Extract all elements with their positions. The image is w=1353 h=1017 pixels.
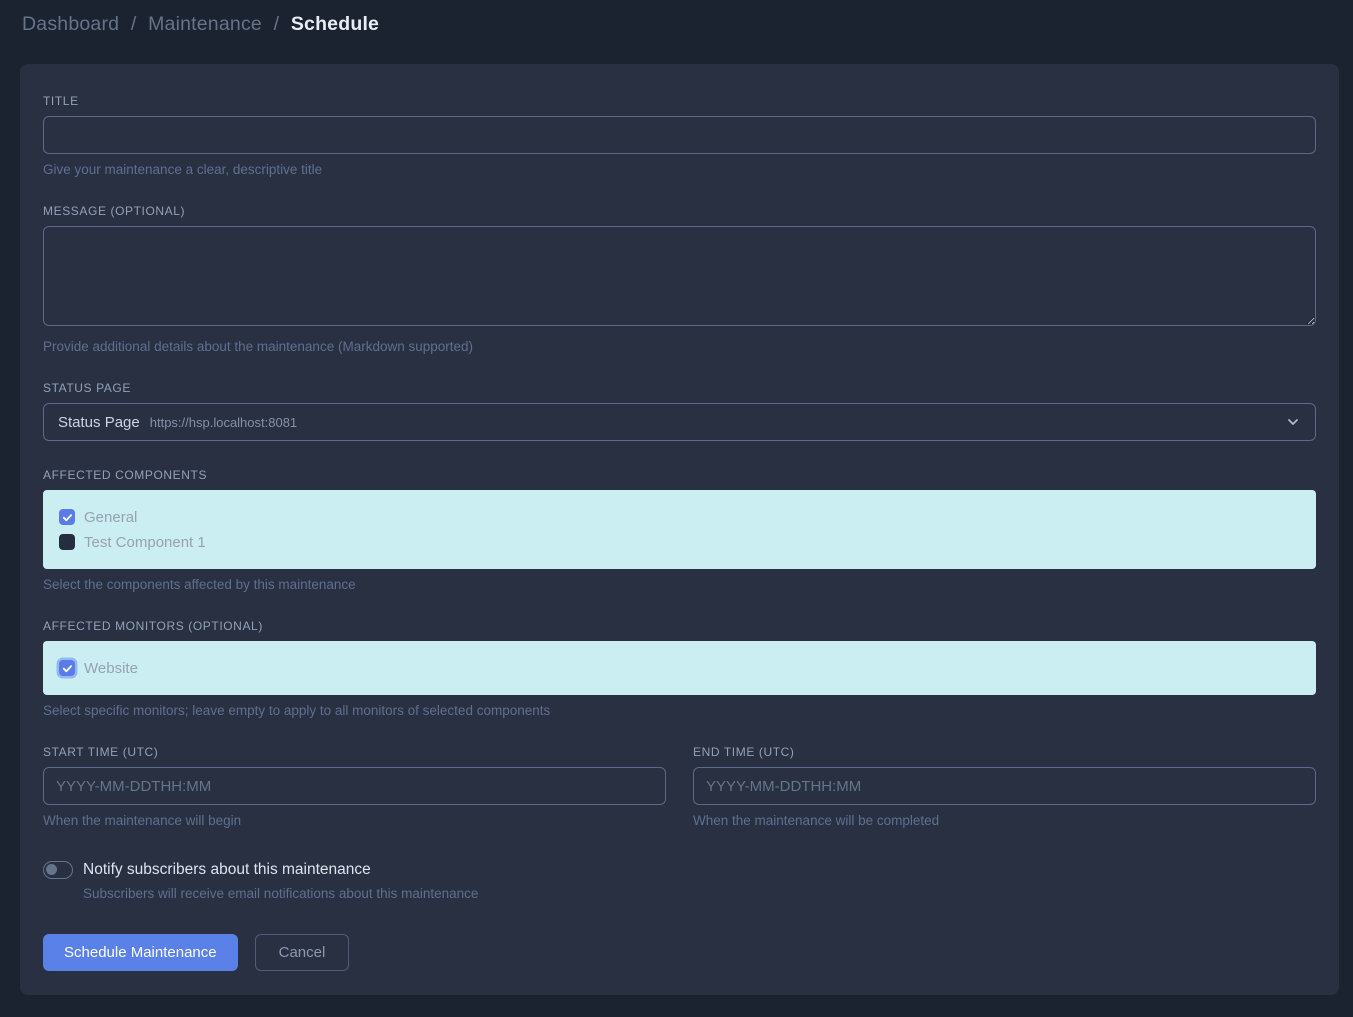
message-helper: Provide additional details about the mai…: [43, 339, 1316, 354]
status-page-group: STATUS PAGE Status Page https://hsp.loca…: [43, 381, 1316, 441]
breadcrumb: Dashboard / Maintenance / Schedule: [0, 0, 1353, 36]
affected-components-panel: General Test Component 1: [43, 490, 1316, 569]
time-row: START TIME (UTC) When the maintenance wi…: [43, 745, 1316, 828]
start-time-input[interactable]: [43, 767, 666, 805]
status-page-select[interactable]: Status Page https://hsp.localhost:8081: [43, 403, 1316, 441]
title-label: TITLE: [43, 94, 1316, 108]
end-time-group: END TIME (UTC) When the maintenance will…: [693, 745, 1316, 828]
notify-subscribers-label: Notify subscribers about this maintenanc…: [83, 861, 371, 879]
end-time-input[interactable]: [693, 767, 1316, 805]
schedule-maintenance-card: TITLE Give your maintenance a clear, des…: [20, 64, 1339, 995]
schedule-maintenance-button[interactable]: Schedule Maintenance: [43, 934, 238, 971]
monitor-option-label: Website: [84, 660, 138, 677]
component-option-test-component-1[interactable]: Test Component 1: [59, 530, 1300, 554]
toggle-knob: [46, 864, 57, 875]
affected-components-helper: Select the components affected by this m…: [43, 577, 1316, 592]
notify-group: Notify subscribers about this maintenanc…: [43, 861, 1316, 901]
form-actions: Schedule Maintenance Cancel: [43, 934, 1316, 971]
cancel-button[interactable]: Cancel: [255, 934, 350, 971]
end-time-helper: When the maintenance will be completed: [693, 813, 1316, 828]
notify-subscribers-toggle[interactable]: [43, 861, 73, 879]
component-option-label: General: [84, 509, 137, 526]
start-time-label: START TIME (UTC): [43, 745, 666, 759]
status-page-label: STATUS PAGE: [43, 381, 1316, 395]
message-label: MESSAGE (OPTIONAL): [43, 204, 1316, 218]
affected-monitors-helper: Select specific monitors; leave empty to…: [43, 703, 1316, 718]
status-page-selected-url: https://hsp.localhost:8081: [150, 415, 297, 430]
breadcrumb-dashboard[interactable]: Dashboard: [22, 13, 119, 35]
status-page-selected-name: Status Page: [58, 414, 140, 431]
chevron-down-icon: [1285, 414, 1301, 430]
title-group: TITLE Give your maintenance a clear, des…: [43, 94, 1316, 177]
breadcrumb-separator: /: [131, 13, 137, 35]
start-time-helper: When the maintenance will begin: [43, 813, 666, 828]
affected-components-group: AFFECTED COMPONENTS General Test Compone…: [43, 468, 1316, 592]
breadcrumb-separator: /: [274, 13, 280, 35]
component-option-general[interactable]: General: [59, 505, 1300, 529]
affected-components-label: AFFECTED COMPONENTS: [43, 468, 1316, 482]
breadcrumb-maintenance[interactable]: Maintenance: [148, 13, 262, 35]
end-time-label: END TIME (UTC): [693, 745, 1316, 759]
message-group: MESSAGE (OPTIONAL) Provide additional de…: [43, 204, 1316, 354]
component-option-label: Test Component 1: [84, 534, 206, 551]
start-time-group: START TIME (UTC) When the maintenance wi…: [43, 745, 666, 828]
affected-monitors-label: AFFECTED MONITORS (OPTIONAL): [43, 619, 1316, 633]
monitor-option-website[interactable]: Website: [59, 656, 1300, 680]
check-icon: [62, 512, 73, 523]
checkbox-test-component-1[interactable]: [59, 534, 75, 550]
title-helper: Give your maintenance a clear, descripti…: [43, 162, 1316, 177]
notify-subscribers-helper: Subscribers will receive email notificat…: [83, 886, 1316, 901]
breadcrumb-current-schedule: Schedule: [291, 13, 379, 35]
checkbox-general[interactable]: [59, 509, 75, 525]
affected-monitors-group: AFFECTED MONITORS (OPTIONAL) Website Sel…: [43, 619, 1316, 718]
message-textarea[interactable]: [43, 226, 1316, 326]
title-input[interactable]: [43, 116, 1316, 154]
affected-monitors-panel: Website: [43, 641, 1316, 695]
checkbox-website[interactable]: [59, 660, 75, 676]
check-icon: [62, 663, 73, 674]
